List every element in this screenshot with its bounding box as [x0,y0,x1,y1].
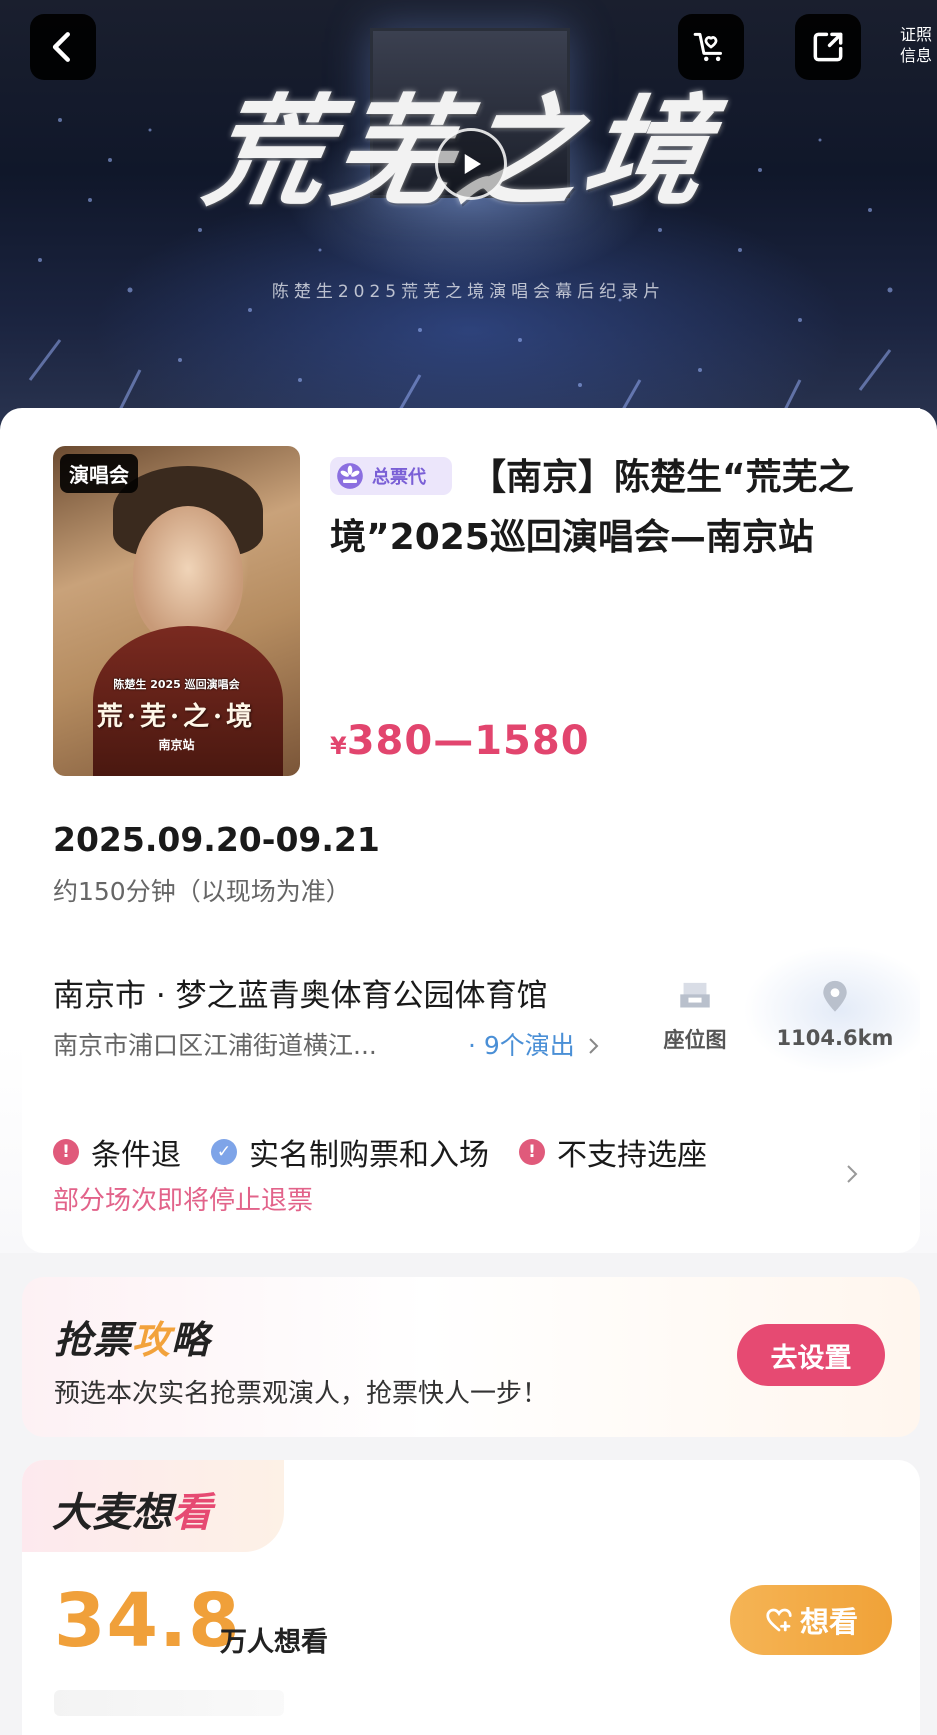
want-to-see-button[interactable]: 想看 [730,1585,892,1655]
play-video-button[interactable] [435,128,507,200]
strategy-description: 预选本次实名抢票观演人，抢票快人一步！ [54,1379,549,1409]
policy-seat-label: 不支持选座 [557,1138,707,1173]
shows-link[interactable]: · 9个演出 [468,1026,601,1062]
share-button[interactable] [795,14,861,80]
strategy-title-part3: 略 [171,1318,211,1362]
back-button[interactable] [30,14,96,80]
poster-station: 南京站 [158,738,195,752]
banner-subtitle: 陈楚生2025荒芜之境演唱会幕后纪录片 [271,282,666,302]
want-to-see-label: 想看 [799,1605,858,1639]
venue-address[interactable]: 南京市浦口区江浦街道横江... [53,1026,377,1062]
license-info-link[interactable]: 证照 信息 [896,24,936,66]
setup-button[interactable]: 去设置 [737,1324,885,1386]
seat-map-button[interactable]: 座位图 [650,978,740,1054]
venue-name[interactable]: 南京市 · 梦之蓝青奥体育公园体育馆 [53,970,548,1015]
policy-refund: ! 条件退 [53,1130,181,1174]
cart-heart-icon [693,32,723,62]
policy-note: 部分场次即将停止退票 [53,1186,314,1216]
poster-title: 荒·芜·之·境 [96,702,257,732]
wish-title: 大麦想看 [52,1480,212,1538]
policy-realname-label: 实名制购票和入场 [249,1138,489,1173]
location-pin-icon [823,980,847,1012]
price-range: ¥380—1580 [330,718,590,764]
poster-face-shape [133,506,243,646]
event-poster[interactable]: 陈楚生 2025 巡回演唱会 荒·芜·之·境 南京站 演唱会 [53,446,300,776]
chevron-right-icon[interactable] [842,1160,862,1188]
strategy-title-part2: 攻 [132,1318,172,1362]
wish-card: 大麦想看 34.8 万人想看 想看 [22,1460,920,1735]
ticket-strategy-card: 抢票攻略 预选本次实名抢票观演人，抢票快人一步！ 去设置 [22,1277,920,1437]
chevron-left-icon [52,32,70,62]
license-line-2: 信息 [899,46,932,65]
play-icon [464,154,481,174]
policy-refund-label: 条件退 [91,1138,181,1173]
policy-realname: ✓ 实名制购票和入场 [211,1130,489,1174]
seat-icon [680,982,710,1008]
warning-icon: ! [53,1139,79,1165]
category-tag: 演唱会 [60,454,138,493]
heart-plus-icon [766,1608,792,1632]
wish-count: 34.8 [54,1578,241,1664]
strategy-title: 抢票攻略 [54,1309,210,1364]
wish-title-part1: 大麦想 [52,1490,172,1536]
price-currency: ¥ [330,732,347,760]
seat-map-label: 座位图 [663,1028,727,1052]
wish-faded-row [54,1690,284,1716]
distance-button[interactable]: 1104.6km [770,978,900,1050]
video-banner[interactable]: 荒芜之境 陈楚生2025荒芜之境演唱会幕后纪录片 证照 信息 [0,0,937,430]
price-value: 380—1580 [346,718,590,764]
event-date: 2025.09.20-09.21 [53,820,380,859]
chevron-right-icon [589,1038,599,1054]
share-icon [813,32,843,62]
check-icon: ✓ [211,1139,237,1165]
policy-seat: ! 不支持选座 [519,1130,707,1174]
event-duration: 约150分钟（以现场为准） [53,877,351,906]
event-title: 【南京】陈楚生“荒芜之境”2025巡回演唱会—南京站 [330,457,854,558]
policy-row[interactable]: ! 条件退 ✓ 实名制购票和入场 ! 不支持选座 [53,1130,873,1174]
shows-link-label: · 9个演出 [468,1031,575,1060]
wish-cart-button[interactable] [678,14,744,80]
warning-icon: ! [519,1139,545,1165]
license-line-1: 证照 [899,25,932,44]
distance-label: 1104.6km [776,1026,894,1050]
strategy-title-part1: 抢票 [54,1318,133,1362]
wish-unit: 万人想看 [220,1627,328,1658]
poster-subtitle: 陈楚生 2025 巡回演唱会 [113,678,240,691]
wish-title-part2: 看 [172,1490,212,1536]
